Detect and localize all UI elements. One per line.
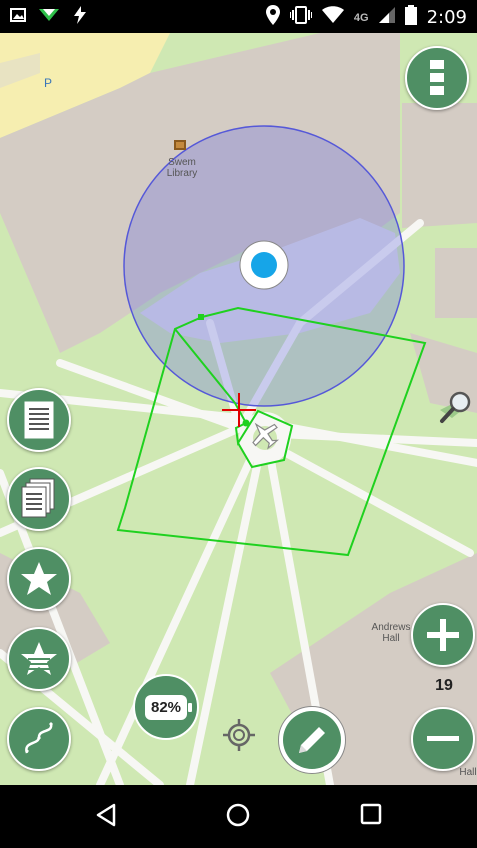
route-button[interactable] — [7, 707, 71, 771]
pencil-icon — [299, 727, 325, 753]
signal-arrow-icon — [38, 7, 60, 28]
gps-locate-icon[interactable] — [221, 717, 257, 753]
star-icon — [21, 562, 57, 595]
cell-signal-icon — [378, 7, 395, 28]
wifi-icon — [321, 6, 344, 29]
favorites-button[interactable] — [7, 547, 71, 611]
favorites-list-button[interactable] — [7, 627, 71, 691]
zoom-in-button[interactable] — [411, 603, 475, 667]
andrews-hall-label: Andrews Hall — [371, 622, 411, 644]
multi-page-icon — [21, 478, 55, 518]
building-right-mid — [435, 248, 477, 318]
home-icon[interactable] — [226, 803, 250, 832]
zoom-level: 19 — [435, 677, 453, 694]
status-bar: 4G 2:09 — [0, 0, 477, 33]
edit-button[interactable] — [278, 706, 346, 774]
single-page-icon — [24, 401, 54, 439]
battery-icon — [404, 5, 417, 30]
map-canvas[interactable] — [0, 33, 477, 785]
multi-page-button[interactable] — [7, 467, 71, 531]
current-location-dot[interactable] — [239, 240, 289, 290]
recents-icon[interactable] — [360, 803, 382, 830]
minus-icon — [427, 736, 459, 741]
star-list-icon — [21, 642, 57, 675]
menu-icon — [430, 60, 444, 95]
plus-icon — [427, 619, 459, 651]
vibrate-icon — [288, 6, 313, 29]
single-page-button[interactable] — [7, 388, 71, 452]
back-icon[interactable] — [95, 803, 117, 832]
map-view[interactable]: P Swem Library Andrews Hall Hall 19 — [0, 33, 477, 785]
route-icon — [25, 722, 53, 754]
track-start-marker — [198, 314, 204, 320]
clock: 2:09 — [426, 7, 467, 28]
battery-percent: 82% — [144, 694, 193, 720]
navigation-bar — [0, 785, 477, 848]
map-search-icon[interactable] — [436, 388, 476, 428]
zoom-out-button[interactable] — [411, 707, 475, 771]
library-book-icon — [174, 140, 186, 150]
swem-library-label: Swem Library — [166, 157, 198, 179]
battery-indicator[interactable]: 82% — [133, 674, 199, 740]
track-end-marker — [242, 419, 250, 427]
network-type: 4G — [353, 11, 369, 24]
hall-label: Hall — [459, 767, 477, 778]
menu-button[interactable] — [405, 46, 469, 110]
image-icon — [10, 7, 26, 28]
flash-icon — [72, 6, 88, 29]
building-right-top — [402, 103, 477, 228]
location-pin-icon — [265, 5, 280, 30]
parking-label: P — [44, 76, 53, 90]
